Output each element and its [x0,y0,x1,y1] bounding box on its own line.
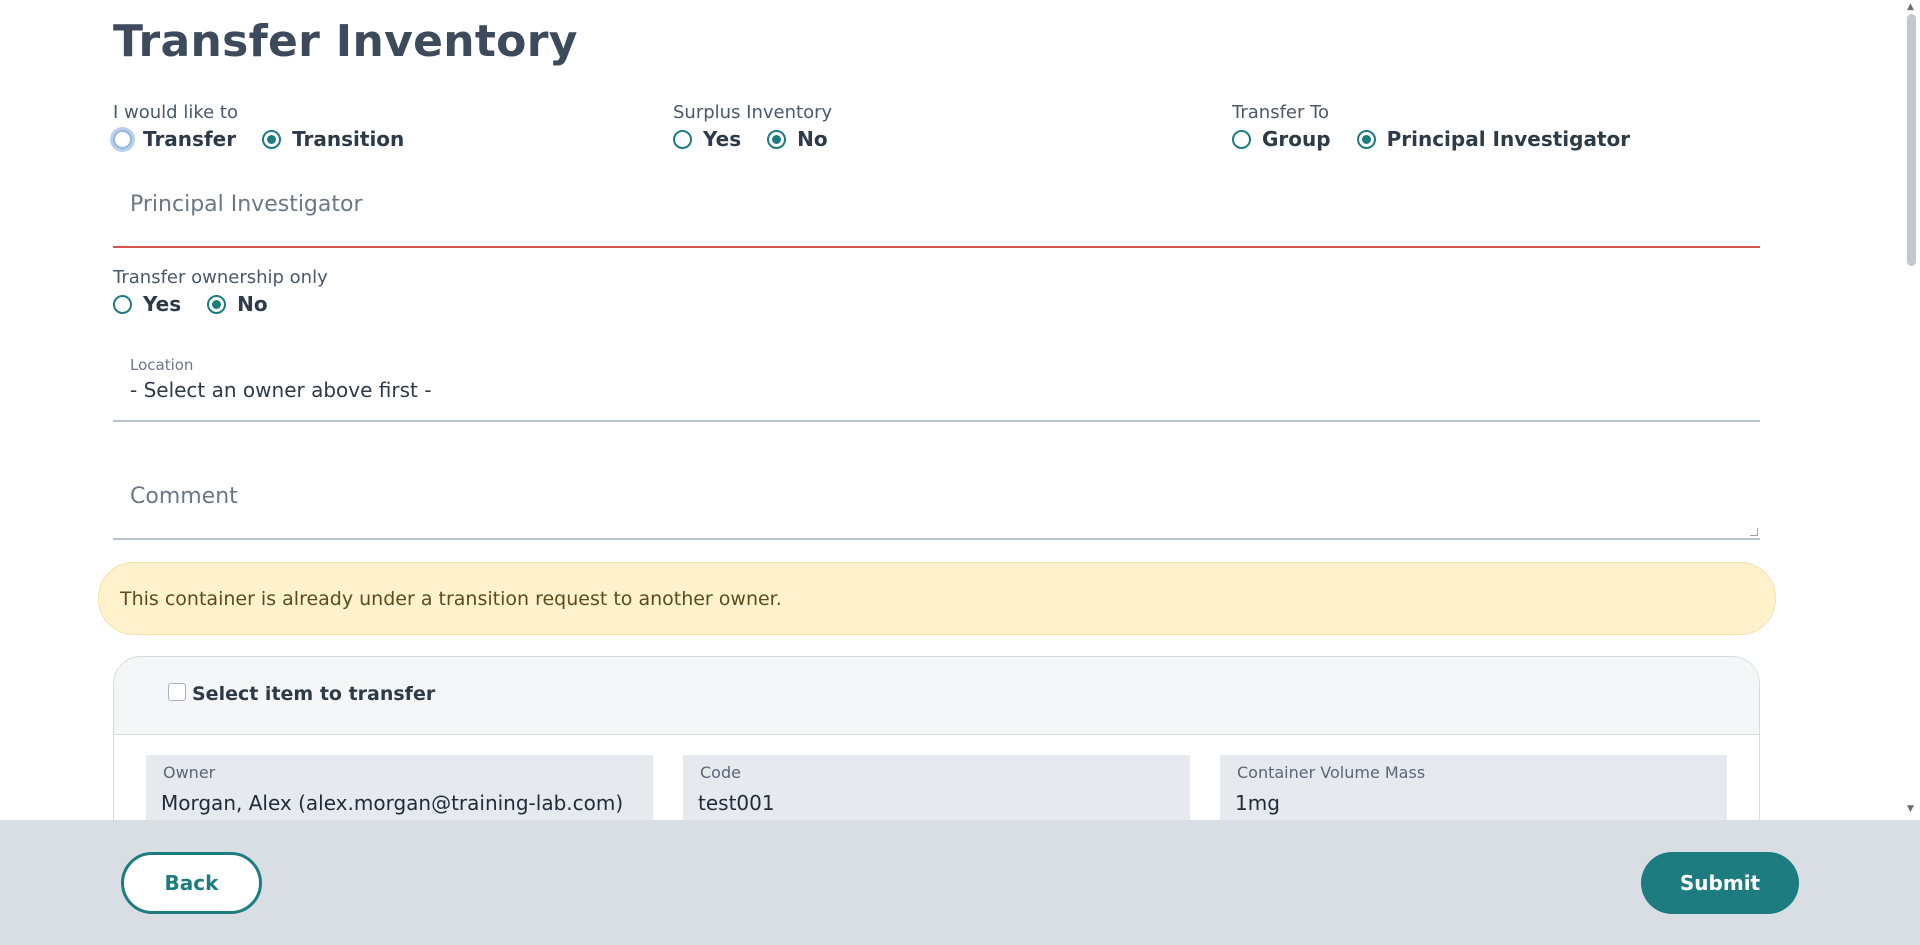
radio-label-group: Group [1262,127,1331,151]
submit-button[interactable]: Submit [1641,852,1799,914]
surplus-label: Surplus Inventory [673,102,833,123]
radio-option-group[interactable]: Group [1232,127,1331,151]
triangle-up-icon[interactable]: ▲ [1907,2,1914,12]
radio-label-ownership-no: No [237,292,268,316]
location-select[interactable]: Location - Select an owner above first - [113,348,1760,422]
principal-investigator-field[interactable]: Principal Investigator [113,176,1760,248]
comment-placeholder: Comment [130,484,238,509]
comment-textarea[interactable]: Comment [113,460,1760,540]
radio-option-ownership-yes[interactable]: Yes [113,292,181,316]
radio-ownership-yes[interactable] [113,294,132,314]
page-title: Transfer Inventory [113,16,578,67]
action-radio-group: I would like to Transfer Transition [113,102,430,151]
radio-option-transfer[interactable]: Transfer [113,127,236,151]
radio-ownership-no[interactable] [207,294,227,314]
transfer-to-radio-group: Transfer To Group Principal Investigator [1232,102,1656,151]
warning-alert: This container is already under a transi… [98,562,1776,635]
radio-label-ownership-yes: Yes [143,292,182,316]
principal-investigator-placeholder: Principal Investigator [130,192,363,217]
radio-label-surplus-yes: Yes [703,127,742,151]
item-card-header: Select item to transfer [114,657,1759,735]
radio-transition[interactable] [262,129,282,149]
radio-surplus-yes[interactable] [673,129,692,149]
radio-label-transition: Transition [292,127,405,151]
vertical-scrollbar[interactable]: ▲ ▼ [1903,0,1920,820]
location-label: Location [130,356,194,374]
resize-grip-icon[interactable] [1750,528,1758,536]
code-label: Code [700,763,741,782]
radio-label-transfer: Transfer [143,127,237,151]
select-item-checkbox[interactable] [168,683,186,701]
triangle-down-icon[interactable]: ▼ [1907,804,1914,814]
alert-text: This container is already under a transi… [120,588,782,610]
ownership-label: Transfer ownership only [113,267,328,288]
radio-option-principal-investigator[interactable]: Principal Investigator [1356,127,1631,151]
radio-transfer[interactable] [113,129,132,149]
radio-option-surplus-no[interactable]: No [767,127,828,151]
surplus-radio-group: Surplus Inventory Yes No [673,102,854,151]
radio-option-surplus-yes[interactable]: Yes [673,127,741,151]
select-item-label[interactable]: Select item to transfer [192,683,435,705]
radio-option-transition[interactable]: Transition [262,127,404,151]
radio-option-ownership-no[interactable]: No [207,292,268,316]
container-volume-mass-value: 1mg [1235,791,1280,815]
radio-label-principal-investigator: Principal Investigator [1386,127,1631,151]
action-label: I would like to [113,102,238,123]
radio-label-surplus-no: No [797,127,828,151]
ownership-radio-group: Transfer ownership only Yes No [113,267,328,316]
owner-value: Morgan, Alex (alex.morgan@training-lab.c… [161,791,624,815]
code-value: test001 [698,791,775,815]
location-value: - Select an owner above first - [130,378,432,402]
back-button[interactable]: Back [121,852,262,914]
radio-surplus-no[interactable] [767,129,787,149]
footer-bar: Back Submit [0,820,1920,945]
transfer-to-label: Transfer To [1232,102,1330,123]
radio-principal-investigator[interactable] [1356,129,1376,149]
owner-label: Owner [163,763,216,782]
radio-group[interactable] [1232,129,1251,149]
scrollbar-thumb[interactable] [1907,14,1916,266]
container-volume-mass-label: Container Volume Mass [1237,763,1426,782]
